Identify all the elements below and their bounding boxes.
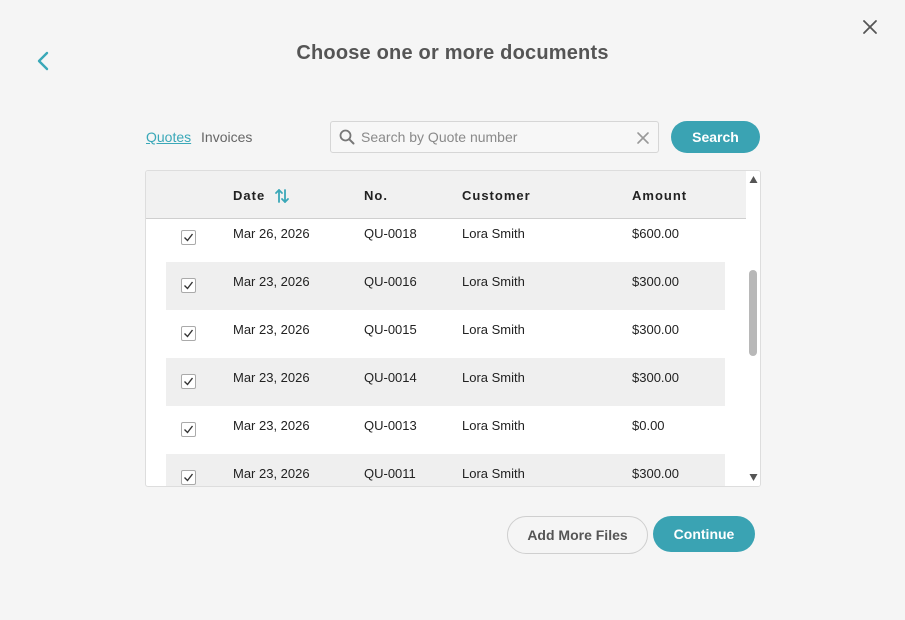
add-more-files-button[interactable]: Add More Files <box>507 516 648 554</box>
cell-number: QU-0015 <box>364 322 417 337</box>
cell-date: Mar 23, 2026 <box>233 466 310 481</box>
table-row[interactable]: Mar 23, 2026 QU-0014 Lora Smith $300.00 <box>166 358 725 406</box>
cell-date: Mar 23, 2026 <box>233 322 310 337</box>
cell-amount: $300.00 <box>632 466 679 481</box>
row-checkbox[interactable] <box>181 374 196 389</box>
documents-table: Date No. Customer Amount Mar 26, 2026 QU… <box>145 170 761 487</box>
checkmark-icon <box>184 329 194 338</box>
cell-number: QU-0018 <box>364 226 417 241</box>
document-type-tabs: Quotes Invoices <box>146 129 258 145</box>
search-button[interactable]: Search <box>671 121 760 153</box>
cell-number: QU-0013 <box>364 418 417 433</box>
search-field <box>330 121 659 153</box>
table-header: Date No. Customer Amount <box>146 171 746 219</box>
cell-customer: Lora Smith <box>462 466 525 481</box>
page-title: Choose one or more documents <box>296 42 609 64</box>
scroll-up-arrow-icon[interactable] <box>749 175 758 184</box>
close-button[interactable] <box>860 17 880 37</box>
cell-customer: Lora Smith <box>462 322 525 337</box>
checkmark-icon <box>184 281 194 290</box>
search-icon <box>339 129 355 145</box>
table-row[interactable]: Mar 26, 2026 QU-0018 Lora Smith $600.00 <box>166 220 725 262</box>
cell-amount: $300.00 <box>632 370 679 385</box>
cell-customer: Lora Smith <box>462 418 525 433</box>
cell-customer: Lora Smith <box>462 274 525 289</box>
cell-date: Mar 26, 2026 <box>233 226 310 241</box>
cell-amount: $600.00 <box>632 226 679 241</box>
column-header-amount[interactable]: Amount <box>632 188 687 203</box>
column-header-number[interactable]: No. <box>364 188 388 203</box>
cell-amount: $300.00 <box>632 322 679 337</box>
cell-number: QU-0016 <box>364 274 417 289</box>
sort-icon[interactable] <box>274 188 290 204</box>
table-row[interactable]: Mar 23, 2026 QU-0011 Lora Smith $300.00 <box>166 454 725 486</box>
row-checkbox[interactable] <box>181 422 196 437</box>
table-row[interactable]: Mar 23, 2026 QU-0015 Lora Smith $300.00 <box>166 310 725 358</box>
cell-customer: Lora Smith <box>462 370 525 385</box>
cell-amount: $0.00 <box>632 418 665 433</box>
checkmark-icon <box>184 425 194 434</box>
tab-invoices[interactable]: Invoices <box>201 129 252 145</box>
checkmark-icon <box>184 377 194 386</box>
table-body: Mar 26, 2026 QU-0018 Lora Smith $600.00 … <box>146 220 746 486</box>
checkmark-icon <box>184 473 194 482</box>
table-scrollbar[interactable] <box>746 171 760 486</box>
table-row[interactable]: Mar 23, 2026 QU-0013 Lora Smith $0.00 <box>166 406 725 454</box>
row-checkbox[interactable] <box>181 230 196 245</box>
table-row[interactable]: Mar 23, 2026 QU-0016 Lora Smith $300.00 <box>166 262 725 310</box>
row-checkbox[interactable] <box>181 278 196 293</box>
checkmark-icon <box>184 233 194 242</box>
row-checkbox[interactable] <box>181 470 196 485</box>
cell-amount: $300.00 <box>632 274 679 289</box>
close-icon <box>863 20 877 34</box>
column-header-customer[interactable]: Customer <box>462 188 531 203</box>
scrollbar-thumb[interactable] <box>749 270 757 356</box>
search-input[interactable] <box>361 126 631 148</box>
clear-search-icon[interactable] <box>636 131 650 145</box>
cell-number: QU-0014 <box>364 370 417 385</box>
tab-quotes[interactable]: Quotes <box>146 129 191 145</box>
scroll-down-arrow-icon[interactable] <box>749 473 758 482</box>
cell-date: Mar 23, 2026 <box>233 418 310 433</box>
column-header-date[interactable]: Date <box>233 188 265 203</box>
cell-number: QU-0011 <box>364 466 416 481</box>
continue-button[interactable]: Continue <box>653 516 755 552</box>
cell-customer: Lora Smith <box>462 226 525 241</box>
cell-date: Mar 23, 2026 <box>233 274 310 289</box>
cell-date: Mar 23, 2026 <box>233 370 310 385</box>
row-checkbox[interactable] <box>181 326 196 341</box>
